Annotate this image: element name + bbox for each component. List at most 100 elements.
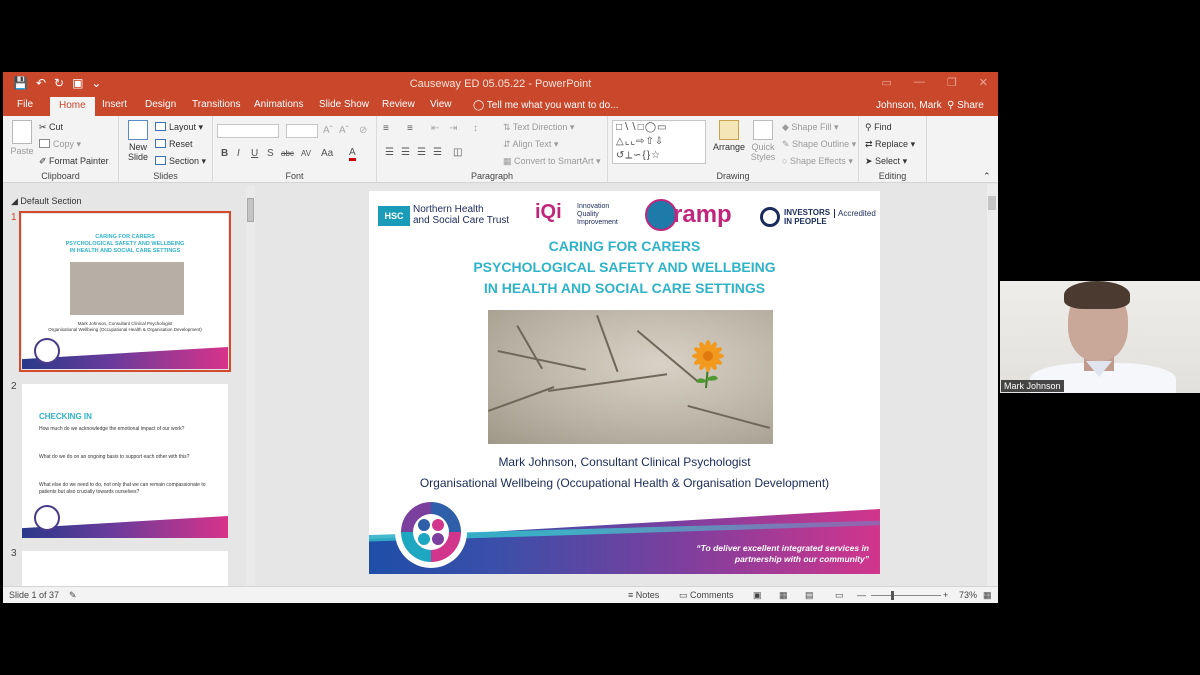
tab-design[interactable]: Design xyxy=(145,99,176,110)
scroll-thumb[interactable] xyxy=(247,198,254,222)
crack xyxy=(516,325,543,370)
change-case-button[interactable]: Aa xyxy=(321,148,333,159)
layout-label: Layout xyxy=(169,122,197,132)
accredited-badge: Accredited xyxy=(834,209,876,218)
restore-icon[interactable]: ❐ xyxy=(947,76,957,89)
thumb-values-logo xyxy=(34,505,60,531)
slide-thumbnails-pane: ◢ Default Section 1 CARING FOR CARERS PS… xyxy=(3,184,258,591)
tab-transitions[interactable]: Transitions xyxy=(192,99,241,110)
editing-label: Editing xyxy=(878,171,907,181)
convert-smartart-button[interactable]: ▦ Convert to SmartArt ▾ xyxy=(503,156,601,167)
crack xyxy=(596,315,619,372)
tab-review[interactable]: Review xyxy=(382,99,415,110)
justify-icon[interactable]: ☰ xyxy=(433,147,442,158)
zoom-slider-thumb[interactable] xyxy=(891,591,894,600)
slide-scrollbar[interactable] xyxy=(987,184,998,586)
font-color-button[interactable]: A xyxy=(349,147,356,161)
zoom-in-icon[interactable]: + xyxy=(943,590,948,600)
clear-format-icon[interactable]: ⊘ xyxy=(359,125,367,136)
italic-button[interactable]: I xyxy=(237,148,240,159)
shape-effects-button[interactable]: ○ Shape Effects ▾ xyxy=(782,156,853,167)
close-icon[interactable]: ✕ xyxy=(979,76,988,89)
tab-home[interactable]: Home xyxy=(50,97,95,116)
format-painter-button[interactable]: ✐ Format Painter xyxy=(39,156,109,167)
align-left-icon[interactable]: ☰ xyxy=(385,147,394,158)
quick-styles-button[interactable]: Quick Styles xyxy=(748,120,778,162)
shrink-font-icon[interactable]: Aˇ xyxy=(339,125,349,136)
slide-counter: Slide 1 of 37 xyxy=(9,590,60,600)
normal-view-icon[interactable]: ▣ xyxy=(753,590,762,601)
shadow-button[interactable]: S xyxy=(267,148,274,159)
select-button[interactable]: ➤ Select ▾ xyxy=(865,156,907,167)
strikethrough-button[interactable]: abc xyxy=(281,149,294,158)
investors-in-people-text: INVESTORS IN PEOPLE xyxy=(784,208,830,226)
numbering-icon[interactable]: ≡ xyxy=(407,123,413,134)
align-right-icon[interactable]: ☰ xyxy=(417,147,426,158)
shapes-gallery[interactable]: □∖∖□◯▭ △⌞⌞⇨⇧⇩ ↺⟂∽{}☆ xyxy=(612,120,706,164)
share-button[interactable]: ⚲ Share xyxy=(947,100,984,111)
zoom-level[interactable]: 73% xyxy=(959,590,977,600)
fit-to-window-icon[interactable]: ▦ xyxy=(983,590,992,601)
thumbnail-scrollbar[interactable] xyxy=(246,186,255,586)
tab-insert[interactable]: Insert xyxy=(102,99,127,110)
tab-file[interactable]: File xyxy=(17,99,33,110)
columns-icon[interactable]: ◫ xyxy=(453,147,462,158)
current-slide[interactable]: HSC Northern Health and Social Care Trus… xyxy=(369,191,880,574)
section-header[interactable]: ◢ Default Section xyxy=(11,196,81,207)
find-button[interactable]: ⚲ Find xyxy=(865,122,892,133)
layout-icon xyxy=(155,122,166,131)
char-spacing-button[interactable]: AV xyxy=(301,149,311,158)
thumb-logo-strip xyxy=(26,390,224,400)
font-size-box[interactable] xyxy=(286,124,318,138)
shape-fill-button[interactable]: ◆ Shape Fill ▾ xyxy=(782,122,838,133)
line-spacing-icon[interactable]: ↕ xyxy=(473,123,478,134)
tell-me-box[interactable]: ◯ Tell me what you want to do... xyxy=(473,100,619,111)
section-button[interactable]: Section ▾ xyxy=(155,156,206,167)
tab-animations[interactable]: Animations xyxy=(254,99,303,110)
reading-view-icon[interactable]: ▤ xyxy=(805,590,814,601)
new-slide-button[interactable]: New Slide xyxy=(123,120,153,162)
decrease-indent-icon[interactable]: ⇤ xyxy=(431,123,439,134)
comments-button[interactable]: ▭ Comments xyxy=(679,590,734,601)
slideshow-view-icon[interactable]: ▭ xyxy=(835,590,844,601)
align-text-button[interactable]: ⇵ Align Text ▾ xyxy=(503,139,558,150)
ribbon-display-icon[interactable]: ▭ xyxy=(882,76,892,89)
grow-font-icon[interactable]: Aˆ xyxy=(323,125,333,136)
spell-check-icon[interactable]: ✎ xyxy=(69,590,77,601)
notes-button[interactable]: ≡ Notes xyxy=(628,590,659,600)
reset-button[interactable]: Reset xyxy=(155,139,193,149)
bold-button[interactable]: B xyxy=(221,148,228,159)
font-name-box[interactable] xyxy=(217,124,279,138)
notes-label: Notes xyxy=(635,590,660,600)
scroll-thumb[interactable] xyxy=(988,196,996,210)
align-center-icon[interactable]: ☰ xyxy=(401,147,410,158)
text-direction-button[interactable]: ⇅ Text Direction ▾ xyxy=(503,122,574,133)
font-group: Aˆ Aˇ ⊘ B I U S abc AV Aa A Font xyxy=(213,116,377,183)
window-title: Causeway ED 05.05.22 - PowerPoint xyxy=(409,78,592,90)
thumbnail-number: 3 xyxy=(11,548,17,559)
increase-indent-icon[interactable]: ⇥ xyxy=(449,123,457,134)
paste-button[interactable]: Paste xyxy=(8,120,36,156)
minimize-icon[interactable]: — xyxy=(914,76,925,89)
user-name[interactable]: Johnson, Mark xyxy=(876,100,942,111)
iqi-line: Quality xyxy=(577,211,599,218)
copy-button[interactable]: Copy ▾ xyxy=(39,139,81,150)
layout-button[interactable]: Layout ▾ xyxy=(155,122,203,133)
slide-sorter-icon[interactable]: ▦ xyxy=(779,590,788,601)
comment-icon: ▭ xyxy=(679,590,691,600)
underline-button[interactable]: U xyxy=(251,148,258,159)
cut-button[interactable]: ✂ Cut xyxy=(39,122,63,133)
bullets-icon[interactable]: ≡ xyxy=(383,123,389,134)
zoom-out-icon[interactable]: — xyxy=(857,590,866,600)
slide-thumbnail-3[interactable] xyxy=(22,551,228,591)
collapse-ribbon-icon[interactable]: ⌃ xyxy=(983,171,991,182)
slide-thumbnail-1[interactable]: CARING FOR CARERS PSYCHOLOGICAL SAFETY A… xyxy=(19,211,231,372)
replace-button[interactable]: ⇄ Replace ▾ xyxy=(865,139,915,150)
shape-outline-button[interactable]: ✎ Shape Outline ▾ xyxy=(782,139,856,150)
tab-slide-show[interactable]: Slide Show xyxy=(319,99,369,110)
slide-thumbnail-2[interactable]: CHECKING IN How much do we acknowledge t… xyxy=(22,384,228,538)
tab-view[interactable]: View xyxy=(430,99,452,110)
zoom-slider[interactable] xyxy=(871,595,941,596)
arrange-button[interactable]: Arrange xyxy=(712,120,746,152)
trust-name-line: Northern Health xyxy=(413,204,484,215)
